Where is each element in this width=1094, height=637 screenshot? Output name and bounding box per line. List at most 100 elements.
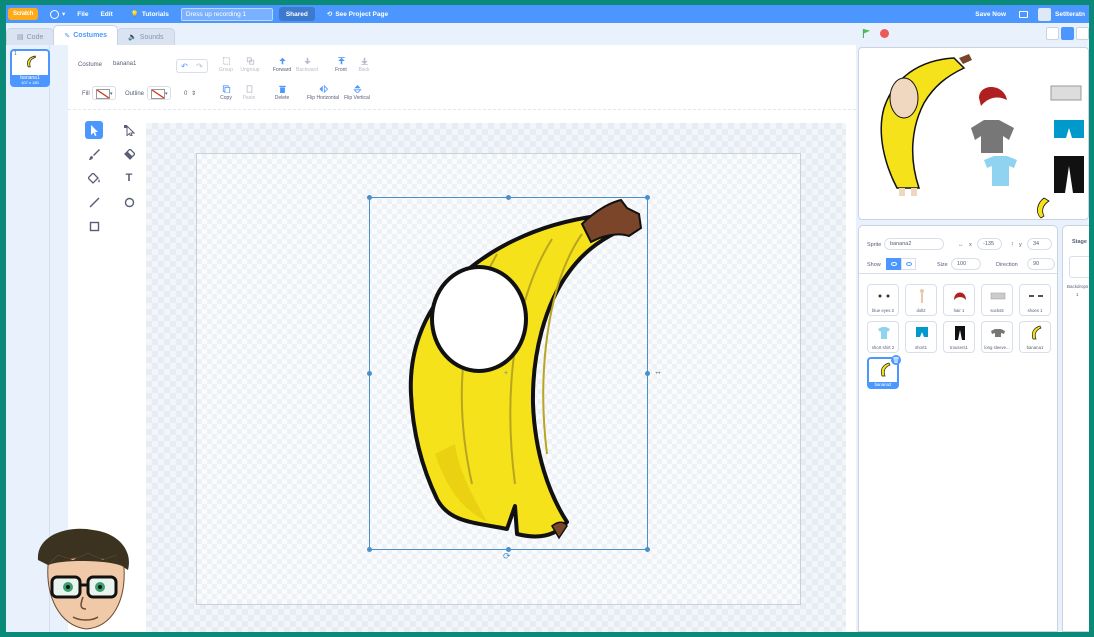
group-icon [222,57,230,65]
paste-icon [246,85,252,93]
long-sleeve-thumbnail [991,329,1005,337]
paste-button[interactable]: Paste [234,85,264,101]
show-visible-toggle[interactable] [886,258,901,270]
text-tool-icon[interactable]: T [120,169,138,187]
eyes-thumbnail [878,294,890,298]
ungroup-button[interactable]: Ungroup [235,57,265,73]
reshape-tool-icon[interactable] [120,121,138,139]
costume-thumbnail [27,55,36,68]
sprite-item[interactable]: banana1 [1019,321,1051,353]
back-button[interactable]: Back [349,57,379,73]
drawing-canvas[interactable]: ⟳ ↔ + [196,153,801,605]
backward-button[interactable]: Backward [292,57,322,73]
select-tool-icon[interactable] [85,121,103,139]
menu-bar: Scratch ▾ File Edit 💡 Tutorials Dress up… [6,5,1089,23]
size-input[interactable]: 100 [951,258,981,270]
tutorials-button[interactable]: 💡 Tutorials [130,10,169,19]
selection-box[interactable]: ⟳ ↔ + [367,195,662,561]
resize-handle[interactable] [367,371,372,376]
costume-item[interactable]: 1 banana1 107 x 180 [10,49,50,87]
normal-stage-button[interactable] [1061,27,1074,40]
canvas-area[interactable]: ⟳ ↔ + [146,123,846,632]
see-project-page-button[interactable]: ⟲ See Project Page [327,10,388,19]
resize-handle[interactable] [645,371,650,376]
stepper-icon[interactable]: ⇕ [191,90,196,97]
resize-handle[interactable] [367,547,372,552]
sprite-item[interactable]: long sleeve... [981,321,1013,353]
line-tool-icon[interactable] [85,193,103,211]
brush-icon: ✎ [64,32,71,40]
outline-width-input[interactable]: 0 [184,91,187,97]
folder-icon[interactable] [1019,10,1029,18]
sprite-pane: Sprite banana2 ↔ x -135 ↕ y 34 Show Size… [858,225,1058,632]
y-input[interactable]: 34 [1027,238,1052,250]
backdrops-label: Backdrops [1067,284,1089,289]
tab-code[interactable]: ▤ Code [6,28,55,45]
fill-dropdown-icon[interactable]: ▾ [110,91,113,97]
shared-button[interactable]: Shared [278,7,315,21]
forward-icon [278,57,286,65]
front-icon [337,57,345,65]
direction-input[interactable]: 90 [1027,258,1055,270]
sprite-item[interactable]: shoes 1 [1019,284,1051,316]
sprite-item[interactable]: hair 1 [943,284,975,316]
direction-label: Direction [996,262,1018,268]
brush-tool-icon[interactable] [85,145,103,163]
ungroup-icon [246,57,254,65]
rectangle-tool-icon[interactable] [85,217,103,235]
resize-handle[interactable] [645,195,650,200]
flip-horizontal-button[interactable]: Flip Horizontal [303,85,343,101]
sprite-info: Sprite banana2 ↔ x -135 ↕ y 34 Show Size… [859,226,1057,274]
y-label: y [1019,242,1022,248]
stage-selector[interactable]: Stage Backdrops 1 [1062,225,1089,632]
stage-scene [880,54,1084,219]
sprite-item[interactable]: doll2 [905,284,937,316]
shoes-thumbnail [1029,295,1043,297]
resize-handle[interactable] [645,547,650,552]
undo-button[interactable]: ↶ [177,60,192,72]
avatar[interactable] [1038,7,1052,21]
delete-button[interactable]: Delete [267,85,297,101]
show-hidden-toggle[interactable] [901,258,916,270]
copy-icon [222,85,230,93]
x-input[interactable]: -135 [977,238,1002,250]
tab-sounds[interactable]: 🔈 Sounds [117,28,175,45]
green-flag-icon[interactable] [862,29,871,38]
resize-handle[interactable] [367,195,372,200]
sprite-item[interactable]: trousers1 [943,321,975,353]
flip-vertical-button[interactable]: Flip Vertical [340,85,374,101]
language-menu[interactable]: ▾ [50,9,65,19]
project-title-input[interactable]: Dress up recording 1 [180,7,273,21]
x-label: x [969,242,972,248]
stage-thumbnail [1069,256,1089,278]
resize-handle[interactable] [506,195,511,200]
scratch-logo[interactable]: Scratch [8,8,38,20]
sprite-item[interactable]: short1 [905,321,937,353]
stop-icon[interactable] [880,29,889,38]
tutorials-icon: 💡 [130,11,139,18]
fill-tool-icon[interactable] [85,169,103,187]
sprite-name-input[interactable]: banana2 [884,238,944,250]
sprite-item[interactable]: short shirt 2 [867,321,899,353]
sprite-item-selected[interactable]: 🗑 banana2 [867,355,901,389]
delete-sprite-icon[interactable]: 🗑 [891,355,901,365]
rotate-handle-icon[interactable]: ⟳ [503,551,511,562]
stage-canvas[interactable] [858,47,1089,220]
sprite-item[interactable]: socks5 [981,284,1013,316]
costume-name-input[interactable]: banana1 [108,59,164,71]
file-menu[interactable]: File [77,11,88,18]
sprite-item[interactable]: blue eyes 2 [867,284,899,316]
tab-costumes[interactable]: ✎ Costumes [53,25,119,45]
size-label: Size [937,262,948,268]
fullscreen-button[interactable] [1076,27,1089,40]
outline-dropdown-icon[interactable]: ▾ [165,91,168,97]
stage-title: Stage [1072,239,1087,245]
redo-button[interactable]: ↷ [192,60,207,72]
small-stage-button[interactable] [1046,27,1059,40]
eraser-tool-icon[interactable] [120,145,138,163]
edit-menu[interactable]: Edit [100,11,112,18]
socks-thumbnail [990,292,1006,300]
circle-tool-icon[interactable] [120,193,138,211]
save-now-button[interactable]: Save Now [975,11,1006,18]
username[interactable]: SetIteratn [1055,11,1085,18]
